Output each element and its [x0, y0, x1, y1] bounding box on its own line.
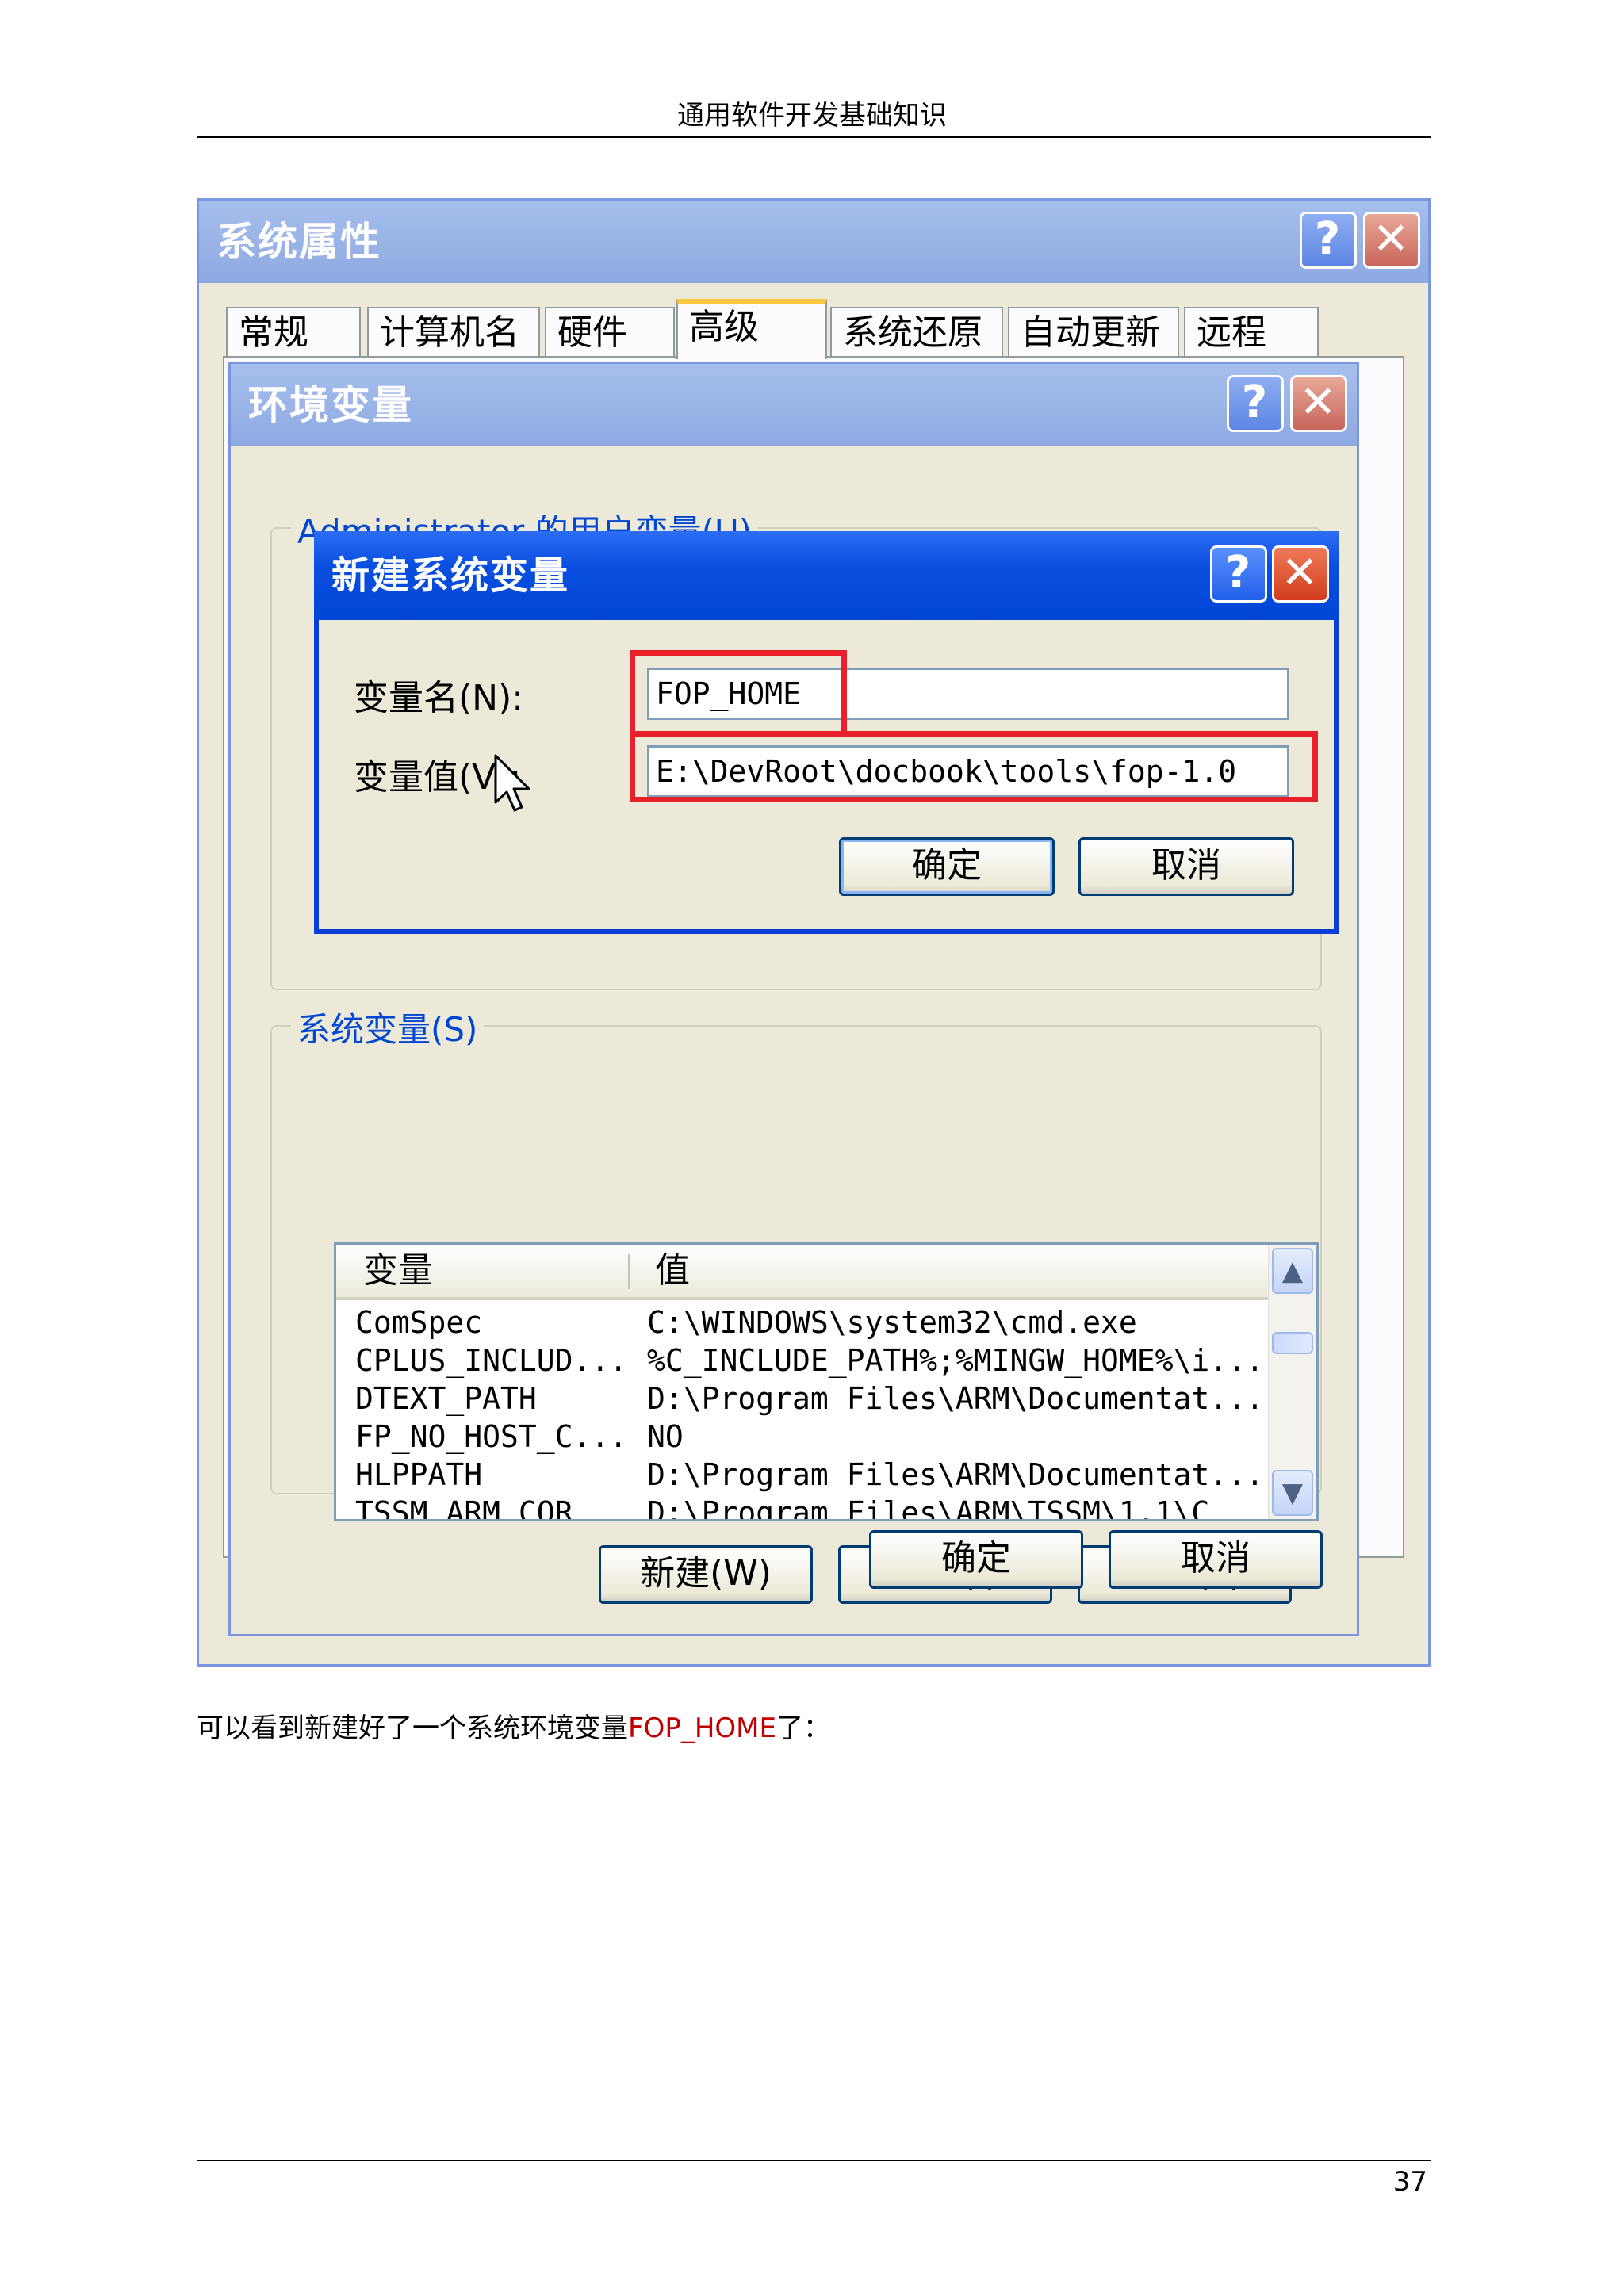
- column-header-value[interactable]: 值: [655, 1245, 690, 1297]
- tab-hardware[interactable]: 硬件: [545, 307, 675, 356]
- table-row[interactable]: ComSpec C:\WINDOWS\system32\cmd.exe: [336, 1303, 1269, 1341]
- new-system-variable-dialog: 新建系统变量 ? ✕ 变量名(N): FOP_HOME 变量值(V): E:\D…: [314, 531, 1339, 934]
- scroll-up-icon[interactable]: ▲: [1272, 1248, 1313, 1294]
- close-icon[interactable]: ✕: [1290, 375, 1347, 432]
- system-variables-label: 系统变量(S): [291, 1003, 485, 1051]
- new-var-cancel-button[interactable]: 取消: [1078, 837, 1294, 896]
- caption-highlight: FOP_HOME: [628, 1712, 776, 1744]
- red-highlight-box: [630, 650, 847, 737]
- variable-name: HLPPATH: [355, 1457, 483, 1492]
- environment-variables-titlebar: 环境变量 ? ✕: [231, 364, 1357, 446]
- variable-name: DTEXT_PATH: [355, 1381, 537, 1416]
- tab-general[interactable]: 常规: [226, 307, 361, 356]
- variable-value: D:\Program Files\ARM\TSSM\1.1\C: [647, 1495, 1210, 1521]
- variable-value: C:\WINDOWS\system32\cmd.exe: [647, 1305, 1137, 1340]
- page-header-title: 通用软件开发基础知识: [677, 100, 947, 132]
- close-icon[interactable]: ✕: [1272, 545, 1329, 603]
- page-number: 37: [1392, 2166, 1427, 2198]
- new-system-variable-title: 新建系统变量: [331, 553, 570, 598]
- help-icon[interactable]: ?: [1227, 375, 1284, 432]
- tab-remote[interactable]: 远程: [1184, 307, 1319, 356]
- close-icon[interactable]: ✕: [1363, 212, 1420, 269]
- variable-name: CPLUS_INCLUD...: [355, 1343, 628, 1378]
- scroll-thumb[interactable]: [1272, 1332, 1313, 1354]
- column-header-variable[interactable]: 变量: [363, 1245, 433, 1297]
- tab-computer-name[interactable]: 计算机名: [367, 307, 540, 356]
- mouse-pointer-icon: [494, 754, 530, 812]
- red-highlight-box: [630, 731, 1318, 802]
- column-divider[interactable]: [628, 1254, 630, 1289]
- embedded-screenshot: 系统属性 ? ✕ 常规 计算机名 硬件 高级 系统还原 自动更新 远程 环境变量…: [197, 198, 1431, 1667]
- list-header: 变量 值: [336, 1245, 1269, 1300]
- new-variable-button[interactable]: 新建(W): [599, 1545, 813, 1604]
- variable-value: NO: [647, 1419, 684, 1454]
- variable-name-label: 变量名(N):: [354, 678, 524, 718]
- table-row[interactable]: FP_NO_HOST_C... NO: [336, 1418, 1269, 1456]
- caption-before: 可以看到新建好了一个系统环境变量: [197, 1712, 628, 1744]
- new-system-variable-titlebar: 新建系统变量 ? ✕: [314, 531, 1339, 620]
- env-cancel-button[interactable]: 取消: [1109, 1530, 1323, 1589]
- environment-variables-title: 环境变量: [248, 382, 413, 428]
- caption-text: 可以看到新建好了一个系统环境变量FOP_HOME了：: [197, 1706, 830, 1745]
- tab-automatic-updates[interactable]: 自动更新: [1008, 307, 1179, 356]
- variable-name: TSSM_ARM_COR: [355, 1495, 573, 1521]
- help-icon[interactable]: ?: [1210, 545, 1267, 603]
- variable-name: FP_NO_HOST_C...: [355, 1419, 628, 1454]
- table-row[interactable]: TSSM_ARM_COR D:\Program Files\ARM\TSSM\1.…: [336, 1494, 1269, 1521]
- variable-name: ComSpec: [355, 1305, 483, 1340]
- tab-advanced[interactable]: 高级: [676, 299, 827, 359]
- system-variables-list[interactable]: 变量 值 ComSpec C:\WINDOWS\system32\cmd.exe …: [334, 1242, 1319, 1521]
- footer-rule: [197, 2160, 1431, 2161]
- variable-value: D:\Program Files\ARM\Documentat...: [647, 1457, 1264, 1492]
- variable-value: %C_INCLUDE_PATH%;%MINGW_HOME%\i...: [647, 1343, 1264, 1378]
- help-icon[interactable]: ?: [1300, 212, 1357, 269]
- new-var-ok-button[interactable]: 确定: [839, 837, 1055, 896]
- header-rule: [197, 136, 1431, 138]
- table-row[interactable]: CPLUS_INCLUD... %C_INCLUDE_PATH%;%MINGW_H…: [336, 1341, 1269, 1380]
- table-row[interactable]: HLPPATH D:\Program Files\ARM\Documentat..…: [336, 1456, 1269, 1494]
- vertical-scrollbar[interactable]: ▲ ▼: [1268, 1245, 1316, 1519]
- system-properties-titlebar: 系统属性 ? ✕: [199, 201, 1428, 283]
- variable-value: D:\Program Files\ARM\Documentat...: [647, 1381, 1264, 1416]
- caption-after: 了：: [776, 1712, 830, 1744]
- system-properties-title: 系统属性: [216, 219, 381, 265]
- env-ok-button[interactable]: 确定: [869, 1530, 1083, 1589]
- scroll-down-icon[interactable]: ▼: [1272, 1470, 1313, 1516]
- table-row[interactable]: DTEXT_PATH D:\Program Files\ARM\Documenta…: [336, 1380, 1269, 1418]
- tab-system-restore[interactable]: 系统还原: [830, 307, 1003, 356]
